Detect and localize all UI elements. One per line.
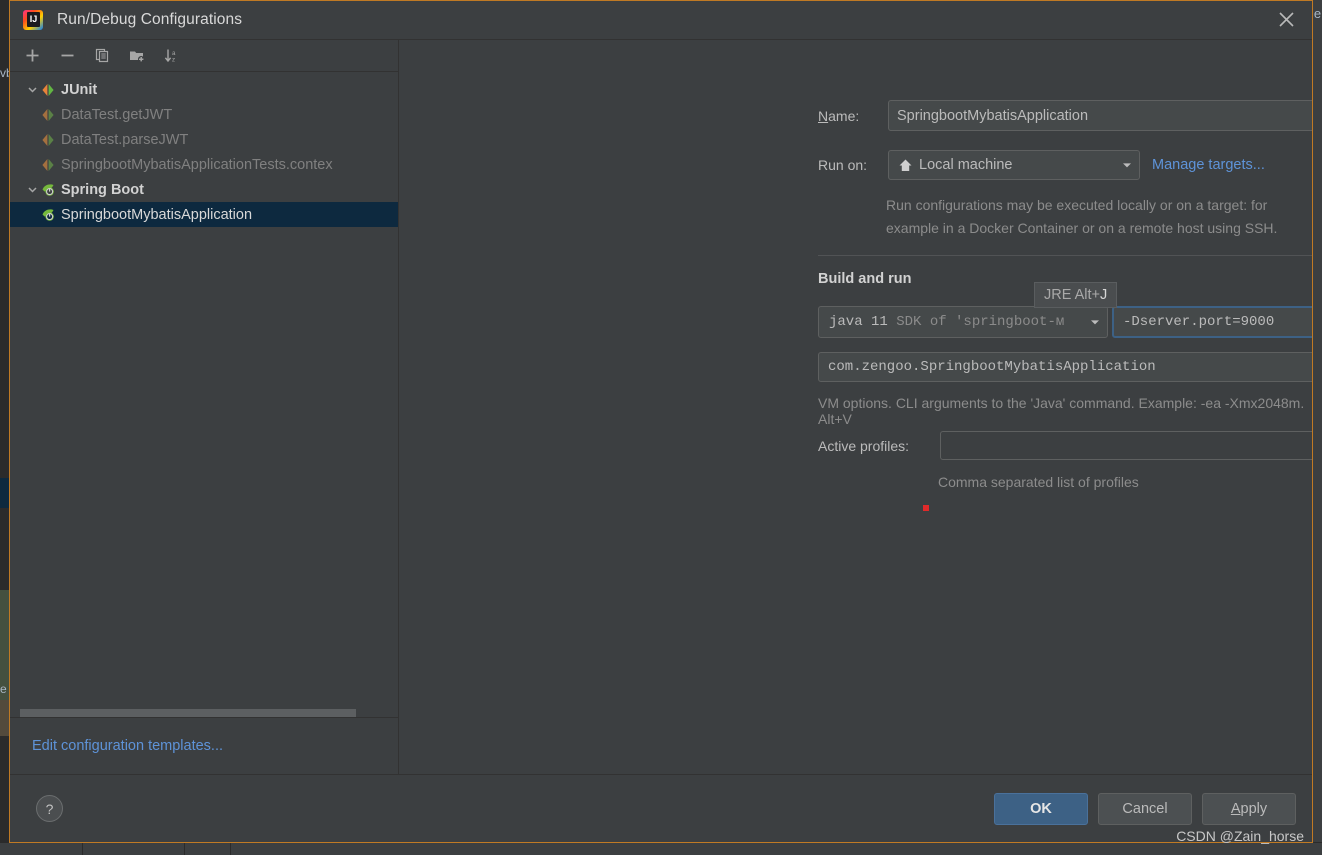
spring-boot-icon bbox=[40, 207, 56, 223]
configurations-left-pane: a z JUnit DataTest.getJWT DataTest.parse… bbox=[10, 40, 399, 774]
junit-icon bbox=[40, 82, 56, 98]
run-debug-configurations-dialog: Run/Debug Configurations bbox=[9, 0, 1313, 844]
tree-node-springboot-tests-context[interactable]: SpringbootMybatisApplicationTests.contex bbox=[10, 152, 398, 177]
active-profiles-label: Active profiles: bbox=[818, 438, 910, 454]
vm-options-hint: VM options. CLI arguments to the 'Java' … bbox=[818, 395, 1305, 427]
status-bar-divider bbox=[230, 843, 231, 855]
run-on-hint-line1: Run configurations may be executed local… bbox=[886, 197, 1268, 213]
section-divider bbox=[818, 255, 1312, 256]
sort-alphabetical-icon[interactable]: a z bbox=[163, 47, 181, 65]
name-input[interactable] bbox=[888, 100, 1312, 131]
main-class-field[interactable] bbox=[818, 352, 1312, 382]
tree-node-label: SpringbootMybatisApplicationTests.contex bbox=[61, 156, 333, 173]
error-marker bbox=[923, 505, 929, 511]
watermark: CSDN @Zain_horse bbox=[1176, 828, 1304, 844]
jre-value: java 11 SDK of 'springboot-м bbox=[829, 314, 1089, 330]
run-on-target-value: Local machine bbox=[919, 157, 1013, 173]
svg-text:z: z bbox=[172, 56, 175, 63]
home-icon bbox=[898, 158, 913, 173]
configuration-editor-pane: Name: Store as project file Run on: bbox=[399, 40, 1312, 774]
spring-boot-icon bbox=[40, 182, 56, 198]
apply-mnemonic: A bbox=[1230, 800, 1241, 817]
run-on-label: Run on: bbox=[818, 157, 868, 173]
minus-icon[interactable] bbox=[58, 47, 76, 65]
vm-options-input[interactable] bbox=[1123, 314, 1312, 330]
dialog-body: a z JUnit DataTest.getJWT DataTest.parse… bbox=[10, 39, 1312, 774]
apply-label-rest: pply bbox=[1240, 800, 1268, 817]
tree-node-label: DataTest.parseJWT bbox=[61, 131, 189, 148]
scrollbar-thumb[interactable] bbox=[20, 709, 356, 717]
jre-value-bold: java 11 bbox=[829, 314, 888, 330]
chevron-down-icon[interactable] bbox=[1121, 159, 1133, 171]
tree-horizontal-scrollbar[interactable] bbox=[20, 709, 392, 717]
tree-node-datatest-parsejwt[interactable]: DataTest.parseJWT bbox=[10, 127, 398, 152]
plus-icon[interactable] bbox=[23, 47, 41, 65]
tree-node-springbootmybatisapplication[interactable]: SpringbootMybatisApplication bbox=[10, 202, 398, 227]
run-on-target-dropdown[interactable]: Local machine bbox=[888, 150, 1140, 180]
vm-options-field[interactable] bbox=[1112, 306, 1312, 338]
tree-toolbar: a z bbox=[10, 40, 398, 72]
tree-node-label: Spring Boot bbox=[61, 181, 144, 198]
tree-node-datatest-getjwt[interactable]: DataTest.getJWT bbox=[10, 102, 398, 127]
tree-node-label: JUnit bbox=[61, 81, 98, 98]
left-pane-footer: Edit configuration templates... bbox=[10, 717, 398, 774]
chevron-down-icon[interactable] bbox=[24, 182, 40, 198]
intellij-idea-icon bbox=[23, 10, 43, 30]
junit-icon bbox=[40, 157, 56, 173]
active-profiles-input[interactable] bbox=[940, 431, 1312, 460]
cancel-button[interactable]: Cancel bbox=[1098, 792, 1192, 825]
dialog-button-bar: ? OK Cancel Apply CSDN @Zain_horse bbox=[10, 774, 1312, 844]
chevron-down-icon[interactable] bbox=[24, 82, 40, 98]
help-button[interactable]: ? bbox=[36, 795, 63, 822]
background-status-bar bbox=[0, 842, 1322, 855]
tree-node-label: DataTest.getJWT bbox=[61, 106, 173, 123]
copy-icon[interactable] bbox=[93, 47, 111, 65]
chevron-down-icon[interactable] bbox=[1089, 316, 1101, 328]
status-bar-divider bbox=[184, 843, 185, 855]
jre-value-dim: SDK of 'springboot-м bbox=[887, 314, 1065, 330]
folder-add-icon[interactable] bbox=[128, 47, 146, 65]
status-bar-divider bbox=[82, 843, 83, 855]
jre-tooltip-text: JRE Alt+ bbox=[1044, 287, 1101, 303]
jre-dropdown[interactable]: java 11 SDK of 'springboot-м bbox=[818, 306, 1108, 338]
name-label: Name: bbox=[818, 108, 860, 124]
active-profiles-hint: Comma separated list of profiles bbox=[938, 474, 1139, 490]
edit-configuration-templates-link[interactable]: Edit configuration templates... bbox=[32, 738, 223, 754]
manage-targets-link[interactable]: Manage targets... bbox=[1152, 157, 1265, 173]
build-and-run-section-title: Build and run bbox=[818, 271, 912, 287]
jre-tooltip-key: J bbox=[1100, 287, 1108, 303]
main-class-input[interactable] bbox=[828, 359, 1312, 375]
dialog-title: Run/Debug Configurations bbox=[57, 11, 243, 28]
configurations-tree[interactable]: JUnit DataTest.getJWT DataTest.parseJWT … bbox=[10, 72, 398, 717]
junit-icon bbox=[40, 107, 56, 123]
run-on-hint-line2: example in a Docker Container or on a re… bbox=[886, 220, 1278, 236]
close-icon[interactable] bbox=[1260, 1, 1312, 38]
tree-node-label: SpringbootMybatisApplication bbox=[61, 206, 253, 223]
tree-node-junit[interactable]: JUnit bbox=[10, 77, 398, 102]
ok-button[interactable]: OK bbox=[994, 792, 1088, 825]
jre-tooltip: JRE Alt+ J bbox=[1034, 282, 1118, 308]
apply-button[interactable]: Apply bbox=[1202, 792, 1296, 825]
dialog-action-buttons: OK Cancel Apply bbox=[994, 792, 1296, 825]
dialog-title-bar: Run/Debug Configurations bbox=[10, 1, 1312, 39]
tree-node-spring-boot[interactable]: Spring Boot bbox=[10, 177, 398, 202]
junit-icon bbox=[40, 132, 56, 148]
